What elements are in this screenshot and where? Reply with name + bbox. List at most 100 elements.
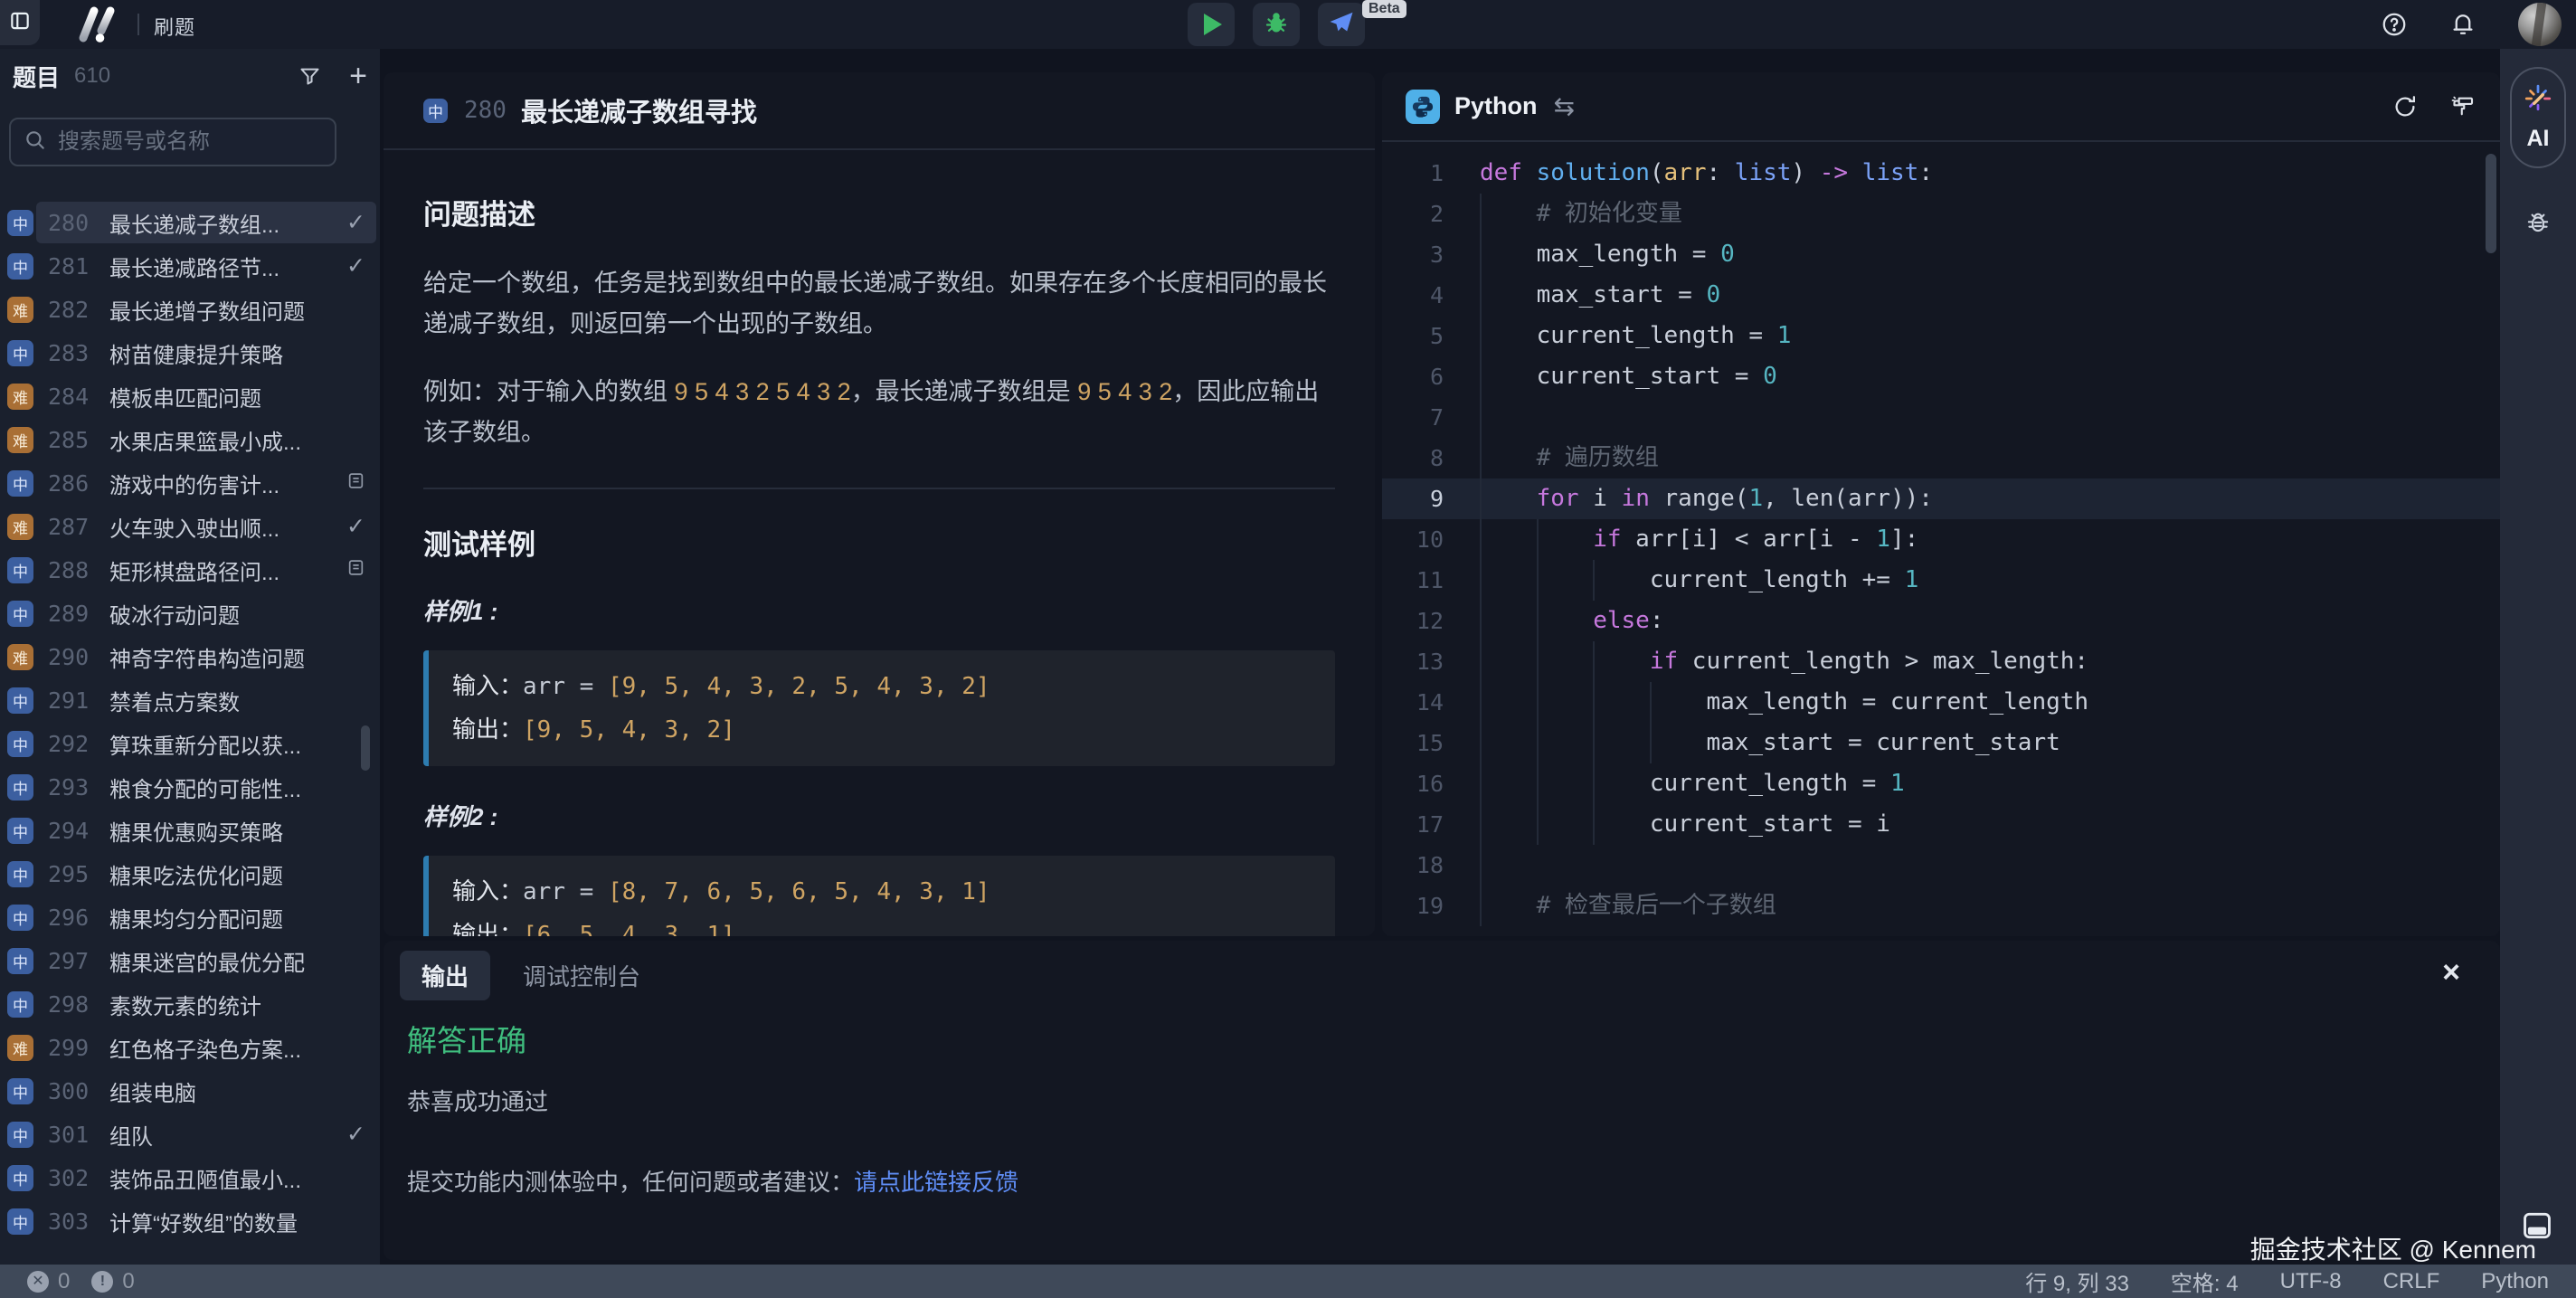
list-item[interactable]: 中292算珠重新分配以获... xyxy=(0,722,380,765)
list-item[interactable]: 中293粮食分配的可能性... xyxy=(0,765,380,809)
close-icon[interactable]: × xyxy=(2442,957,2460,988)
list-item[interactable]: 中303计算“好数组”的数量 xyxy=(0,1199,380,1243)
problems-indicator[interactable]: ✕ 0 ! 0 xyxy=(27,1269,147,1294)
language-mode[interactable]: Python xyxy=(2481,1269,2549,1294)
ai-assistant-button[interactable]: AI xyxy=(2510,67,2566,168)
list-item[interactable]: 中289破冰行动问题 xyxy=(0,592,380,635)
code-line[interactable]: 12else: xyxy=(1382,601,2500,641)
code-line[interactable]: 13if current_length > max_length: xyxy=(1382,641,2500,682)
list-item[interactable]: 难284模板串匹配问题 xyxy=(0,374,380,418)
debug-panel-icon[interactable] xyxy=(2524,210,2552,243)
list-item[interactable]: 中298素数元素的统计 xyxy=(0,982,380,1026)
list-item[interactable]: 中280最长递减子数组...✓ xyxy=(0,201,380,244)
reset-code-button[interactable] xyxy=(2391,93,2419,120)
line-number[interactable]: 15 xyxy=(1382,723,1480,763)
line-number[interactable]: 13 xyxy=(1382,641,1480,682)
code-line[interactable]: 6current_start = 0 xyxy=(1382,356,2500,397)
list-item[interactable]: 中297糖果迷宫的最优分配 xyxy=(0,939,380,982)
encoding-setting[interactable]: UTF-8 xyxy=(2280,1269,2342,1294)
indentation-setting[interactable]: 空格: 4 xyxy=(2171,1265,2239,1297)
line-number[interactable]: 19 xyxy=(1382,886,1480,926)
code-line[interactable]: 9for i in range(1, len(arr)): xyxy=(1382,478,2500,519)
line-number[interactable]: 6 xyxy=(1382,356,1480,397)
tab-output[interactable]: 输出 xyxy=(400,951,490,1000)
list-item[interactable]: 中295糖果吃法优化问题 xyxy=(0,852,380,895)
line-number[interactable]: 2 xyxy=(1382,194,1480,234)
feedback-link[interactable]: 请点此链接反馈 xyxy=(854,1169,1018,1196)
list-item[interactable]: 难299红色格子染色方案... xyxy=(0,1026,380,1069)
list-item[interactable]: 中300组装电脑 xyxy=(0,1069,380,1113)
code-area[interactable]: 1def solution(arr: list) -> list:2# 初始化变… xyxy=(1382,144,2500,936)
line-number[interactable]: 8 xyxy=(1382,438,1480,478)
code-line[interactable]: 15max_start = current_start xyxy=(1382,723,2500,763)
code-line[interactable]: 7 xyxy=(1382,397,2500,438)
switch-language-icon[interactable]: ⇆ xyxy=(1554,91,1575,121)
code-line[interactable]: 4max_start = 0 xyxy=(1382,275,2500,316)
list-item[interactable]: 难290神奇字符串构造问题 xyxy=(0,635,380,678)
code-line[interactable]: 18 xyxy=(1382,845,2500,886)
list-item[interactable]: 中302装饰品丑陋值最小... xyxy=(0,1156,380,1199)
search-box[interactable] xyxy=(9,118,336,166)
line-number[interactable]: 5 xyxy=(1382,316,1480,356)
list-item[interactable]: 中296糖果均匀分配问题 xyxy=(0,895,380,939)
line-number[interactable]: 16 xyxy=(1382,763,1480,804)
code-line[interactable]: 8# 遍历数组 xyxy=(1382,438,2500,478)
tab-debug-console[interactable]: 调试控制台 xyxy=(523,959,640,992)
line-number[interactable]: 3 xyxy=(1382,234,1480,275)
output-panel: 输出 调试控制台 × 解答正确 恭喜成功通过 提交功能内测体验中，任何问题或者建… xyxy=(384,941,2500,1260)
line-number[interactable]: 7 xyxy=(1382,397,1480,438)
line-number[interactable]: 11 xyxy=(1382,560,1480,601)
notifications-button[interactable] xyxy=(2449,11,2477,38)
help-button[interactable] xyxy=(2381,11,2408,38)
line-number[interactable]: 10 xyxy=(1382,519,1480,560)
code-line[interactable]: 16current_length = 1 xyxy=(1382,763,2500,804)
search-input[interactable] xyxy=(56,128,340,156)
code-line[interactable]: 5current_length = 1 xyxy=(1382,316,2500,356)
line-number[interactable]: 9 xyxy=(1382,478,1480,519)
list-item[interactable]: 中288矩形棋盘路径问... xyxy=(0,548,380,592)
list-item[interactable]: 中286游戏中的伤害计... xyxy=(0,461,380,505)
submit-button[interactable] xyxy=(1318,3,1365,46)
list-item[interactable]: 难287火车驶入驶出顺...✓ xyxy=(0,505,380,548)
list-item[interactable]: 难282最长递增子数组问题 xyxy=(0,288,380,331)
debug-button[interactable] xyxy=(1253,3,1300,46)
line-number[interactable]: 12 xyxy=(1382,601,1480,641)
list-item[interactable]: 中281最长递减路径节...✓ xyxy=(0,244,380,288)
list-item[interactable]: 难285水果店果篮最小成... xyxy=(0,418,380,461)
code-line[interactable]: 3max_length = 0 xyxy=(1382,234,2500,275)
description-example: 例如：对于输入的数组 9 5 4 3 2 5 4 3 2，最长递减子数组是 9 … xyxy=(423,372,1335,453)
line-number[interactable]: 1 xyxy=(1382,153,1480,194)
difficulty-badge: 中 xyxy=(7,253,33,279)
code-line[interactable]: 1def solution(arr: list) -> list: xyxy=(1382,153,2500,194)
list-item[interactable]: 中301组队✓ xyxy=(0,1113,380,1156)
code-line[interactable]: 11current_length += 1 xyxy=(1382,560,2500,601)
line-number[interactable]: 14 xyxy=(1382,682,1480,723)
line-number[interactable]: 17 xyxy=(1382,804,1480,845)
code-line[interactable]: 19# 检查最后一个子数组 xyxy=(1382,886,2500,926)
editor-scrollbar[interactable] xyxy=(2486,154,2496,253)
list-item[interactable]: 中291禁着点方案数 xyxy=(0,678,380,722)
run-button[interactable] xyxy=(1188,3,1235,46)
list-item[interactable]: 中283树苗健康提升策略 xyxy=(0,331,380,374)
list-item[interactable]: 中294糖果优惠购买策略 xyxy=(0,809,380,852)
result-status: 解答正确 xyxy=(407,1017,2477,1060)
avatar[interactable] xyxy=(2518,3,2562,46)
community-watermark: 掘金技术社区 @ Kennem xyxy=(2250,1230,2536,1266)
sidebar-scrollbar[interactable] xyxy=(361,725,370,771)
code-line[interactable]: 10if arr[i] < arr[i - 1]: xyxy=(1382,519,2500,560)
format-code-button[interactable] xyxy=(2449,93,2477,120)
code-line[interactable]: 2# 初始化变量 xyxy=(1382,194,2500,234)
code-line[interactable]: 17current_start = i xyxy=(1382,804,2500,845)
line-number[interactable]: 18 xyxy=(1382,845,1480,886)
difficulty-badge: 中 xyxy=(7,1208,33,1235)
cursor-position[interactable]: 行 9, 列 33 xyxy=(2025,1265,2129,1297)
difficulty-badge: 难 xyxy=(7,427,33,453)
eol-setting[interactable]: CRLF xyxy=(2383,1269,2440,1294)
code-line[interactable]: 14max_length = current_length xyxy=(1382,682,2500,723)
problem-title: 计算“好数组”的数量 xyxy=(109,1206,365,1237)
brand-logo-icon[interactable] xyxy=(71,5,123,44)
sidebar-toggle-button[interactable] xyxy=(0,0,40,45)
line-number[interactable]: 4 xyxy=(1382,275,1480,316)
add-problem-button[interactable]: + xyxy=(349,64,367,88)
filter-icon[interactable] xyxy=(298,64,322,89)
